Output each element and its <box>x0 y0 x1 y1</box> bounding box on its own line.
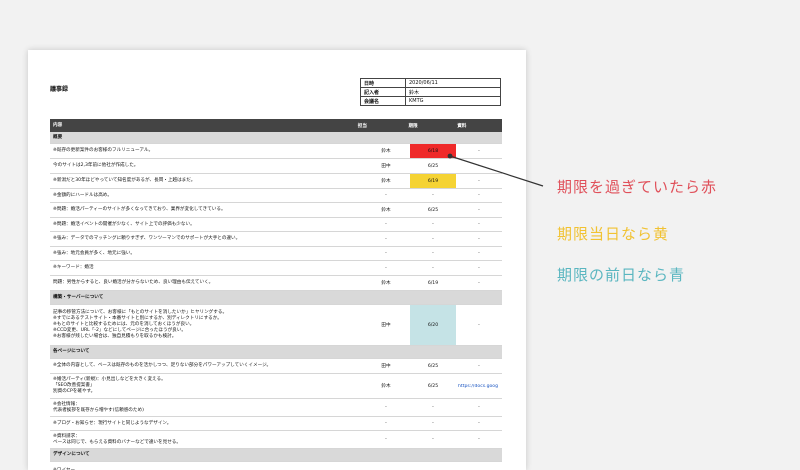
pointer-arrow <box>447 153 544 187</box>
row-deadline: 6/18 <box>410 462 456 470</box>
table-row: ※ワイヤーメインビジュアル：スライドコンバージョンボタン鈴木6/18https:… <box>50 462 502 470</box>
